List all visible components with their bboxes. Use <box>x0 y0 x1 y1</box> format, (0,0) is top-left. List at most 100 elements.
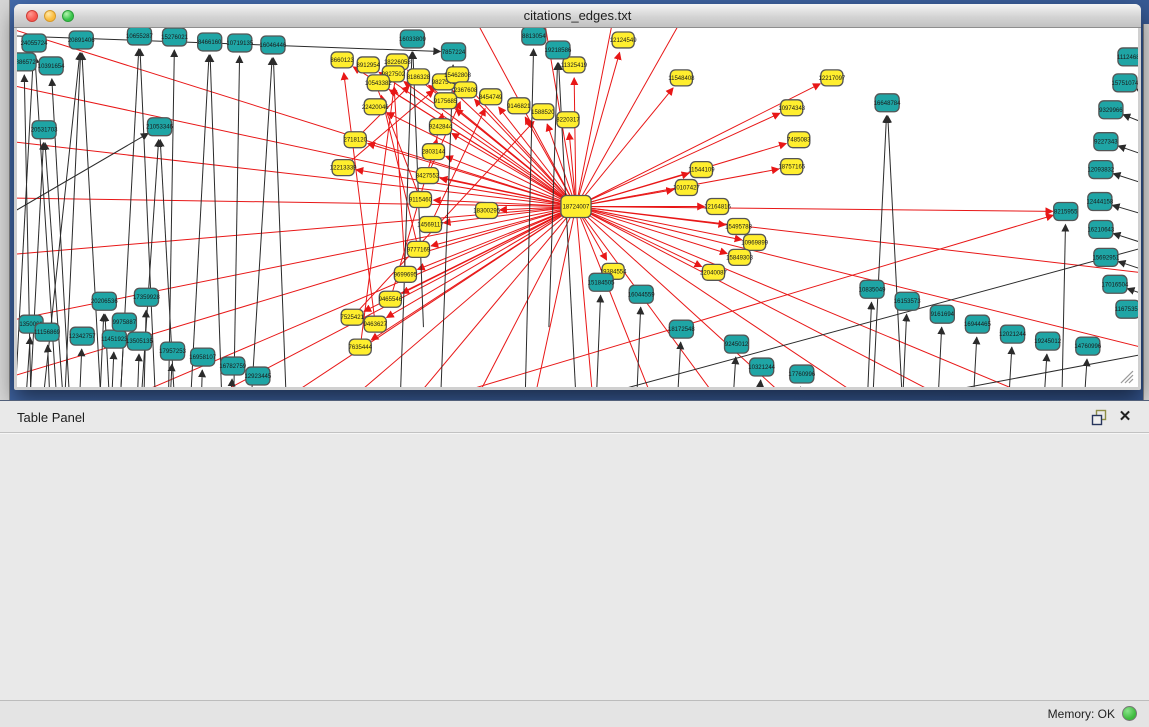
graph-node-label: 9886572 <box>17 60 36 66</box>
graph-node-label: 10655287 <box>126 34 153 40</box>
graph-edge <box>1123 115 1138 138</box>
close-panel-icon[interactable]: ✕ <box>1116 408 1134 426</box>
graph-edge <box>1136 89 1138 113</box>
graph-node-label: 10391654 <box>38 64 65 70</box>
graph-edge <box>48 345 52 387</box>
graph-edge <box>77 349 81 387</box>
graph-node-label: 9161694 <box>931 312 955 318</box>
graph-edge <box>200 370 203 387</box>
graph-node-label: 14760996 <box>1074 344 1101 350</box>
graph-node-label: 19245012 <box>1034 339 1061 345</box>
graph-node-label: 17957253 <box>159 349 186 355</box>
graph-edge <box>1006 347 1012 387</box>
graph-node-label: 10543382 <box>365 81 392 87</box>
graph-node-label: 12093832 <box>1087 168 1114 174</box>
graph-node-label: 8186328 <box>407 75 431 81</box>
window-titlebar[interactable]: citations_edges.txt <box>14 4 1141 28</box>
graph-node-label: 12217097 <box>819 76 846 82</box>
graph-edge <box>233 56 240 387</box>
graph-node-label: 8660123 <box>330 58 354 64</box>
graph-edge <box>970 337 976 387</box>
graph-node-label: 9777169 <box>407 247 431 253</box>
graph-node-label: 15849303 <box>726 255 753 261</box>
graph-edge <box>1041 354 1047 387</box>
graph-edge <box>278 207 576 387</box>
graph-node-label: 12164816 <box>704 205 731 211</box>
memory-ok-indicator[interactable] <box>1122 706 1137 721</box>
graph-node-label: 2803144 <box>422 150 446 156</box>
graph-node-label: 9146821 <box>507 104 531 110</box>
graph-node-label: 18300295 <box>473 208 500 214</box>
graph-edge <box>398 52 412 387</box>
graph-node-label: 2367608 <box>454 88 478 94</box>
graph-node-label: 7525421 <box>340 315 364 321</box>
graph-node-label: 1588520 <box>531 110 555 116</box>
table-panel: Table Panel ✕ <box>0 400 1149 700</box>
panel-divider <box>0 432 1149 434</box>
graph-node-label: 12923445 <box>244 374 271 380</box>
graph-node-label: 11451923 <box>101 337 128 343</box>
graph-edge <box>22 337 30 387</box>
graph-edge <box>1112 205 1138 225</box>
graph-edge <box>1118 146 1138 168</box>
graph-node-label: 16044559 <box>628 292 655 298</box>
graph-node-label: 9175685 <box>434 99 458 105</box>
graph-node-label: 11548408 <box>668 76 695 82</box>
graph-node-label: 8220317 <box>556 118 580 124</box>
graph-node-label: 16033809 <box>399 37 426 43</box>
right-panel-edge <box>1143 24 1149 400</box>
graph-edge <box>273 58 288 387</box>
graph-node-label: 11325419 <box>561 63 588 69</box>
graph-edge <box>1081 359 1087 387</box>
graph-node-label: 16046446 <box>260 43 287 49</box>
graph-node-label: 10321244 <box>748 365 775 371</box>
graph-node-label: 18724007 <box>563 205 590 211</box>
window-title: citations_edges.txt <box>14 8 1141 23</box>
graph-node-label: 8466160 <box>198 40 222 46</box>
graph-node-label: 8813054 <box>522 34 546 40</box>
application-window: citations_edges.txt 18724007 866012389129… <box>0 0 1149 727</box>
graph-node-label: 16944465 <box>964 322 991 328</box>
graph-node-label: 20206536 <box>91 299 118 305</box>
graph-edge <box>865 302 871 387</box>
graph-node-label: 10719135 <box>226 41 253 47</box>
graph-node-label: 24055724 <box>21 41 48 47</box>
graph-node-label: 12021244 <box>999 332 1026 338</box>
graph-node-label: 11544109 <box>688 168 715 174</box>
graph-node-label: 18226058 <box>384 60 411 66</box>
graph-edge <box>394 87 405 275</box>
network-view-background: citations_edges.txt 18724007 866012389129… <box>0 0 1149 400</box>
graph-edge <box>888 116 905 387</box>
network-window: citations_edges.txt 18724007 866012389129… <box>14 4 1141 390</box>
resize-grip-icon[interactable] <box>1121 371 1133 383</box>
table-panel-title: Table Panel <box>17 410 85 425</box>
graph-node-label: 7485083 <box>787 138 811 144</box>
graph-node-label: 8427552 <box>416 174 440 180</box>
graph-edge <box>109 352 113 387</box>
network-canvas[interactable]: 1872400786601238912954182260589827502105… <box>17 28 1138 387</box>
graph-node-label: 15184505 <box>588 280 615 286</box>
memory-status-label: Memory: OK <box>1048 707 1115 721</box>
graph-edge <box>135 354 139 387</box>
node-layer: 1872400786601238912954182260589827502105… <box>17 28 1138 385</box>
citation-network-graph[interactable]: 1872400786601238912954182260589827502105… <box>17 28 1138 387</box>
graph-edge <box>634 307 640 387</box>
graph-node-label: 15692951 <box>1092 255 1119 261</box>
graph-node-label: 8912954 <box>357 63 381 69</box>
graph-edge <box>1113 174 1138 196</box>
graph-node-label: 20891406 <box>68 38 95 44</box>
graph-node-label: 11156869 <box>34 330 61 336</box>
graph-node-label: 18172548 <box>668 327 695 333</box>
graph-node-label: 2718120 <box>343 138 367 144</box>
graph-node-label: 10974343 <box>778 106 805 112</box>
graph-edge <box>870 116 886 387</box>
graph-edge <box>576 207 1053 212</box>
graph-node-label: 16210643 <box>1087 227 1114 233</box>
graph-node-label: 17359928 <box>133 295 160 301</box>
float-panel-icon[interactable] <box>1090 408 1108 426</box>
graph-node-label: 16782759 <box>219 364 246 370</box>
graph-node-label: 9227343 <box>1094 140 1118 146</box>
graph-node-label: 15462808 <box>444 73 471 79</box>
graph-node-label: 9699695 <box>394 272 418 278</box>
graph-edge <box>452 133 576 206</box>
